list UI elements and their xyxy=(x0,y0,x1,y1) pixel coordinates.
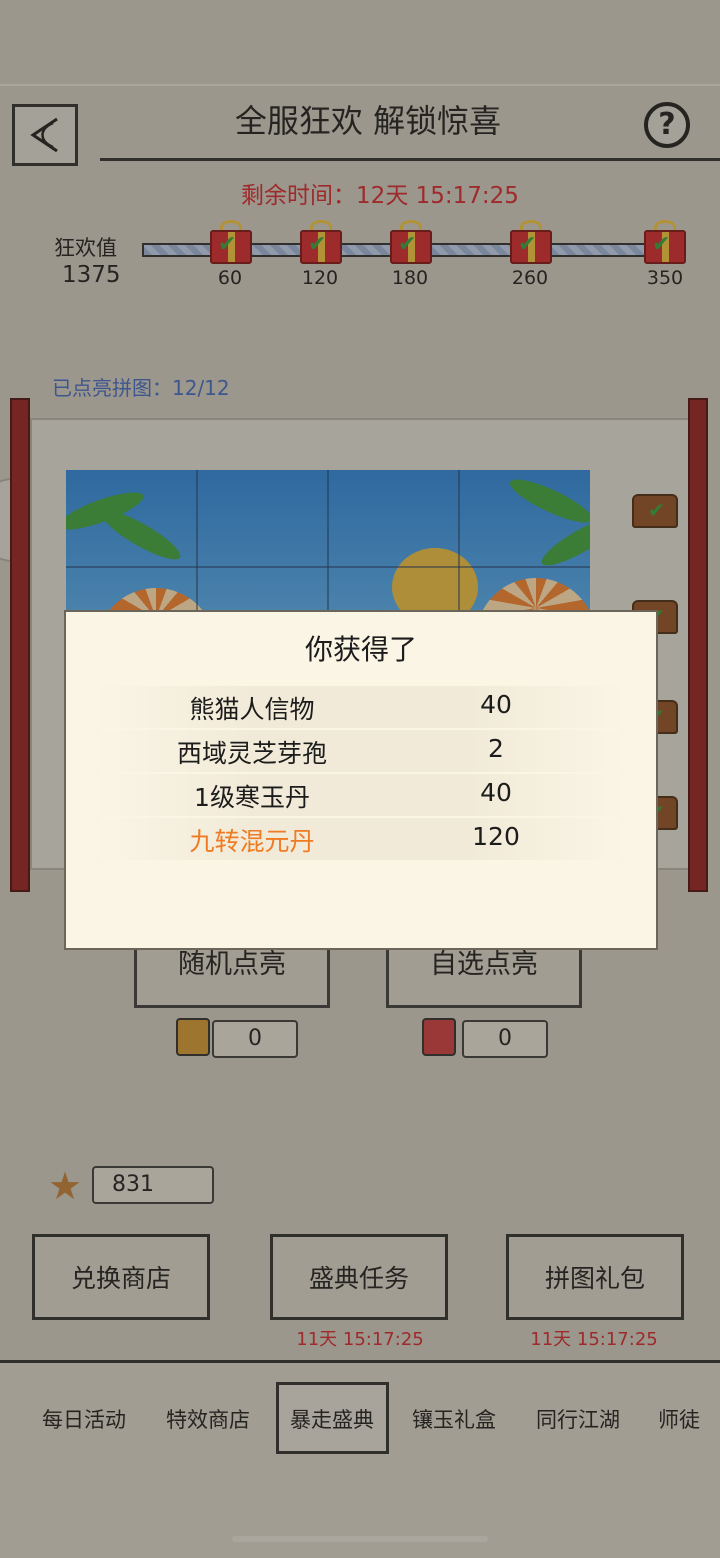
star-currency-icon: ★ xyxy=(48,1164,83,1208)
reward-dialog-title: 你获得了 xyxy=(304,633,417,666)
home-indicator[interactable] xyxy=(232,1536,488,1542)
nav-item-daily-activity[interactable]: 每日活动 xyxy=(42,1404,126,1434)
reward-row: 1级寒玉丹 40 xyxy=(96,774,626,816)
puzzle-pack-label: 拼图礼包 xyxy=(544,1264,645,1293)
header-divider-top xyxy=(0,84,720,86)
carnival-value: 1375 xyxy=(62,262,121,288)
reward-row: 九转混元丹 120 xyxy=(96,818,626,860)
puzzle-pack-timer: 11天 15:17:25 xyxy=(530,1329,658,1350)
carnival-label: 狂欢值 xyxy=(54,236,117,260)
nav-item-companion[interactable]: 同行江湖 xyxy=(536,1404,620,1434)
red-puzzle-piece-icon xyxy=(422,1018,456,1056)
milestone-label: 180 xyxy=(391,267,429,289)
bottom-nav-divider xyxy=(0,1360,720,1363)
reward-qty: 2 xyxy=(488,734,504,763)
milestone-label: 120 xyxy=(301,267,339,289)
gift-box-icon[interactable]: ✔ xyxy=(206,220,256,266)
exchange-shop-button[interactable]: 兑换商店 xyxy=(32,1234,210,1320)
puzzle-pack-button[interactable]: 拼图礼包 xyxy=(506,1234,684,1320)
nav-item-jade-box[interactable]: 镶玉礼盒 xyxy=(412,1404,496,1434)
milestone-label: 260 xyxy=(511,267,549,289)
scroll-pole-left xyxy=(10,398,30,892)
gold-puzzle-piece-icon xyxy=(176,1018,210,1056)
nav-item-mentor[interactable]: 师徒 xyxy=(658,1404,700,1434)
nav-item-effect-shop[interactable]: 特效商店 xyxy=(166,1404,250,1434)
reward-name-highlight: 九转混元丹 xyxy=(189,827,315,856)
help-icon[interactable]: ? xyxy=(644,102,690,148)
gift-box-icon[interactable]: ✔ xyxy=(386,220,436,266)
random-piece-count: 0 xyxy=(212,1020,298,1058)
event-task-label: 盛典任务 xyxy=(308,1264,409,1293)
chest-icon[interactable] xyxy=(632,494,678,528)
gift-box-icon[interactable]: ✔ xyxy=(296,220,346,266)
reward-qty: 120 xyxy=(472,822,520,851)
nav-item-event[interactable]: 暴走盛典 xyxy=(290,1404,374,1434)
scroll-pole-right xyxy=(688,398,708,892)
event-task-timer: 11天 15:17:25 xyxy=(296,1329,424,1350)
gift-box-icon[interactable]: ✔ xyxy=(506,220,556,266)
reward-qty: 40 xyxy=(480,778,512,807)
reward-qty: 40 xyxy=(480,690,512,719)
reward-name: 1级寒玉丹 xyxy=(194,783,310,812)
reward-row: 熊猫人信物 40 xyxy=(96,686,626,728)
puzzle-count: 已点亮拼图：12/12 xyxy=(52,376,230,400)
exchange-shop-label: 兑换商店 xyxy=(70,1264,171,1293)
event-task-button[interactable]: 盛典任务 xyxy=(270,1234,448,1320)
custom-piece-count: 0 xyxy=(462,1020,548,1058)
reward-name: 西域灵芝芽孢 xyxy=(176,739,327,768)
gift-box-icon[interactable]: ✔ xyxy=(640,220,690,266)
star-currency-value: 831 xyxy=(92,1166,214,1204)
milestone-label: 350 xyxy=(646,267,684,289)
reward-name: 熊猫人信物 xyxy=(189,695,315,724)
reward-dialog[interactable]: 你获得了 熊猫人信物 40 西域灵芝芽孢 2 1级寒玉丹 40 九转混元丹 12… xyxy=(64,610,658,950)
reward-row: 西域灵芝芽孢 2 xyxy=(96,730,626,772)
header-divider xyxy=(100,158,720,161)
remaining-time: 剩余时间：12天 15:17:25 xyxy=(241,183,519,209)
page-title: 全服狂欢 解锁惊喜 xyxy=(234,102,502,140)
milestone-label: 60 xyxy=(217,267,243,289)
